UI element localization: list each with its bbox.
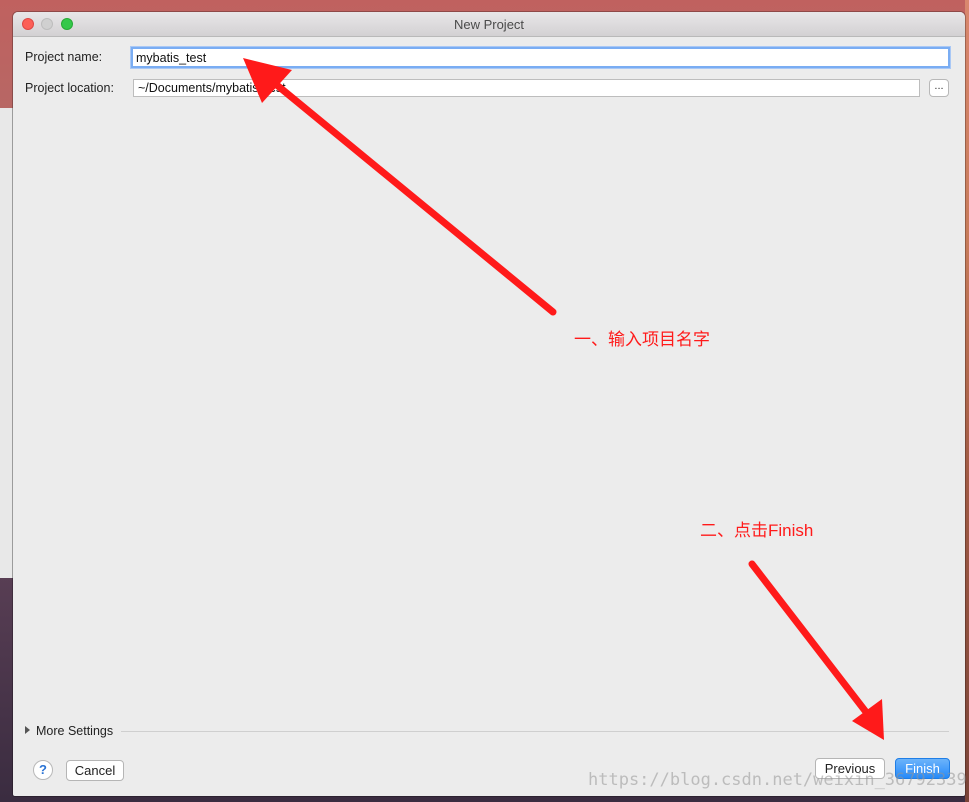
disclosure-triangle-icon bbox=[25, 726, 30, 734]
project-name-label: Project name: bbox=[25, 50, 103, 64]
new-project-dialog: New Project Project name: Project locati… bbox=[13, 12, 965, 796]
project-location-label: Project location: bbox=[25, 81, 114, 95]
annotation-step2: 二、点击Finish bbox=[700, 521, 814, 540]
more-settings-label: More Settings bbox=[36, 724, 114, 738]
more-settings-toggle[interactable]: More Settings bbox=[25, 724, 113, 738]
window-title: New Project bbox=[453, 17, 525, 32]
background-window-edge bbox=[0, 108, 13, 578]
cancel-button[interactable]: Cancel bbox=[66, 760, 124, 781]
title-bar[interactable]: New Project bbox=[13, 12, 965, 37]
help-button[interactable]: ? bbox=[33, 760, 53, 780]
desktop-background bbox=[965, 0, 969, 802]
browse-location-button[interactable]: ... bbox=[929, 79, 949, 97]
annotation-step1: 一、输入项目名字 bbox=[574, 330, 710, 349]
more-settings-divider bbox=[121, 731, 949, 732]
watermark: https://blog.csdn.net/weixin_36792339 bbox=[588, 770, 967, 790]
project-location-input[interactable] bbox=[133, 79, 920, 97]
project-name-input[interactable] bbox=[131, 47, 950, 68]
